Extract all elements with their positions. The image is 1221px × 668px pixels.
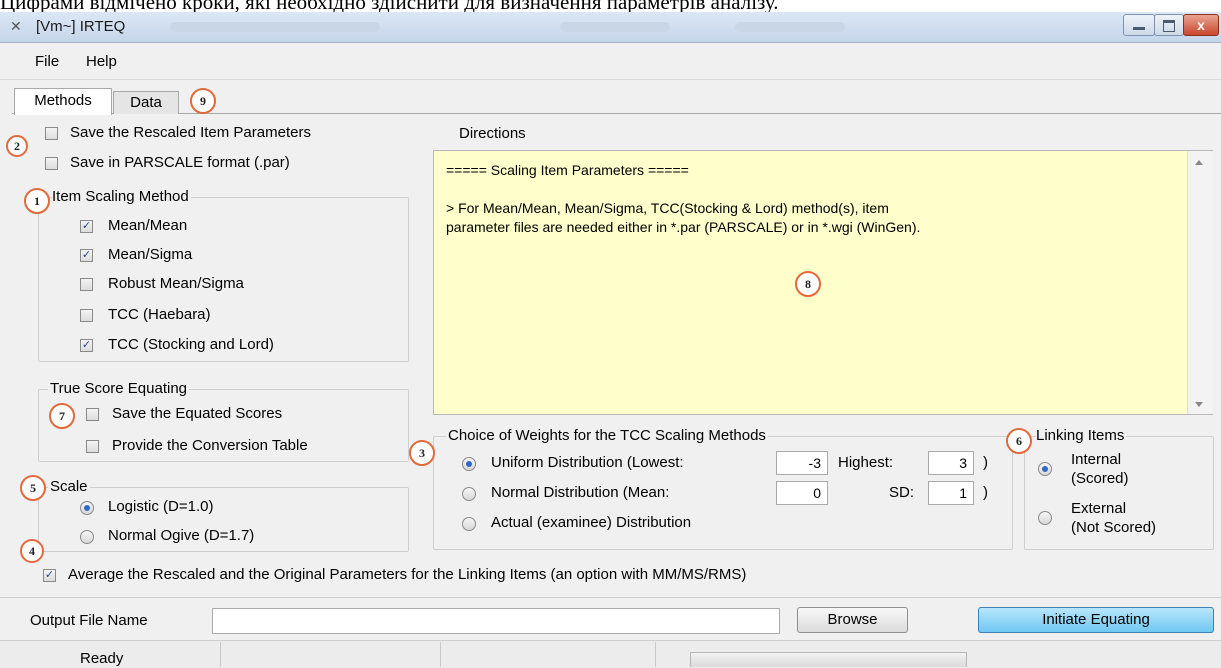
save-rescaled-checkbox[interactable]: [45, 127, 58, 140]
tab-strip-border: [12, 113, 1221, 114]
save-equated-checkbox[interactable]: [86, 408, 99, 421]
blurred-title-region: [560, 22, 670, 32]
weights-title: Choice of Weights for the TCC Scaling Me…: [446, 427, 768, 444]
external-not-scored-radio[interactable]: [1038, 511, 1052, 525]
item-scaling-title: Item Scaling Method: [52, 188, 191, 205]
highest-label: Highest:: [838, 454, 894, 471]
step-badge-6: 6: [1006, 428, 1032, 454]
normal-distribution-radio[interactable]: [462, 487, 476, 501]
conversion-table-label: Provide the Conversion Table: [112, 437, 308, 454]
true-score-title: True Score Equating: [48, 380, 190, 397]
directions-textbox: ===== Scaling Item Parameters ===== > Fo…: [433, 150, 1213, 415]
uniform-close-paren: ): [983, 454, 988, 471]
robust-mean-sigma-label: Robust Mean/Sigma: [108, 275, 244, 292]
logistic-label: Logistic (D=1.0): [108, 498, 214, 515]
sd-label: SD:: [889, 484, 915, 501]
step-badge-7: 7: [49, 403, 75, 429]
linking-items-title: Linking Items: [1036, 427, 1127, 444]
save-parscale-checkbox[interactable]: [45, 157, 58, 170]
actual-distribution-label: Actual (examinee) Distribution: [491, 514, 692, 531]
uniform-distribution-radio[interactable]: [462, 457, 476, 471]
step-badge-4: 4: [20, 539, 44, 563]
blurred-title-region: [170, 22, 380, 32]
step-badge-9: 9: [190, 88, 216, 114]
status-separator: [220, 642, 221, 667]
step-badge-8: 8: [795, 271, 821, 297]
status-bar: [0, 640, 1221, 668]
blurred-title-region: [735, 22, 845, 32]
initiate-equating-button[interactable]: Initiate Equating: [978, 607, 1214, 633]
app-icon: ✕: [10, 18, 22, 34]
internal-label: Internal: [1071, 451, 1122, 468]
mean-mean-label: Mean/Mean: [108, 217, 188, 234]
step-badge-3: 3: [409, 440, 435, 466]
robust-mean-sigma-checkbox[interactable]: [80, 278, 93, 291]
normal-ogive-label: Normal Ogive (D=1.7): [108, 527, 255, 544]
step-badge-5: 5: [20, 475, 46, 501]
step-badge-1: 1: [24, 188, 50, 214]
status-separator: [655, 642, 656, 667]
average-label: Average the Rescaled and the Original Pa…: [68, 566, 747, 583]
status-separator: [440, 642, 441, 667]
tcc-stocking-lord-label: TCC (Stocking and Lord): [108, 336, 274, 353]
tab-data[interactable]: Data: [113, 91, 179, 114]
normal-distribution-label: Normal Distribution (Mean:: [491, 484, 670, 501]
conversion-table-checkbox[interactable]: [86, 440, 99, 453]
external-label: External: [1071, 500, 1127, 517]
scale-title: Scale: [48, 478, 90, 495]
scored-label: (Scored): [1071, 470, 1129, 487]
minimize-icon[interactable]: [1123, 14, 1155, 36]
tcc-stocking-lord-checkbox[interactable]: ✓: [80, 339, 93, 352]
tab-methods[interactable]: Methods: [14, 88, 112, 115]
menu-help[interactable]: Help: [86, 53, 117, 70]
highest-input[interactable]: 3: [928, 451, 974, 475]
internal-scored-radio[interactable]: [1038, 462, 1052, 476]
directions-scrollbar[interactable]: [1187, 151, 1213, 414]
mean-sigma-checkbox[interactable]: ✓: [80, 249, 93, 262]
progress-bar: [690, 652, 967, 667]
menu-bar: [0, 43, 1221, 80]
menu-file[interactable]: File: [35, 53, 59, 70]
scroll-up-icon[interactable]: [1195, 160, 1203, 165]
caption-text: Цифрами відмічено кроки, які необхідно з…: [0, 0, 779, 12]
close-icon[interactable]: x: [1183, 14, 1219, 36]
maximize-icon[interactable]: [1154, 14, 1184, 36]
scroll-down-icon[interactable]: [1195, 402, 1203, 407]
mean-input[interactable]: 0: [776, 481, 828, 505]
output-file-label: Output File Name: [30, 612, 148, 629]
tcc-haebara-label: TCC (Haebara): [108, 306, 211, 323]
tcc-haebara-checkbox[interactable]: [80, 309, 93, 322]
status-text: Ready: [80, 650, 124, 667]
step-badge-2: 2: [6, 135, 28, 157]
average-checkbox[interactable]: ✓: [43, 569, 56, 582]
directions-text: ===== Scaling Item Parameters ===== > Fo…: [446, 162, 921, 235]
mean-mean-checkbox[interactable]: ✓: [80, 220, 93, 233]
lowest-input[interactable]: -3: [776, 451, 828, 475]
window-title: [Vm~] IRTEQ: [36, 18, 126, 35]
actual-distribution-radio[interactable]: [462, 517, 476, 531]
mean-sigma-label: Mean/Sigma: [108, 246, 193, 263]
save-equated-label: Save the Equated Scores: [112, 405, 283, 422]
browse-button[interactable]: Browse: [797, 607, 908, 633]
sd-input[interactable]: 1: [928, 481, 974, 505]
logistic-radio[interactable]: [80, 501, 94, 515]
normal-close-paren: ): [983, 484, 988, 501]
save-rescaled-label: Save the Rescaled Item Parameters: [70, 124, 311, 141]
normal-ogive-radio[interactable]: [80, 530, 94, 544]
uniform-distribution-label: Uniform Distribution (Lowest:: [491, 454, 684, 471]
save-parscale-label: Save in PARSCALE format (.par): [70, 154, 290, 171]
output-file-input[interactable]: [212, 608, 780, 634]
directions-title: Directions: [459, 125, 526, 142]
not-scored-label: (Not Scored): [1071, 519, 1157, 536]
